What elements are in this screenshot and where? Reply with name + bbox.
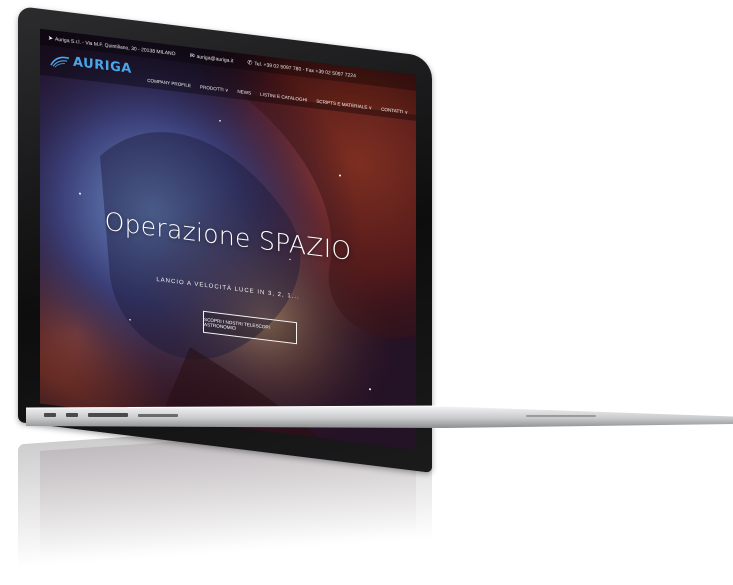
menu-item-prodotti[interactable]: PRODOTTI ∨ <box>200 84 228 93</box>
menu-item-news[interactable]: NEWS <box>237 89 251 97</box>
phone-icon: ✆ <box>247 59 253 67</box>
auriga-logo[interactable]: AURIGA <box>50 52 132 77</box>
laptop-lid: ➤ Auriga S.r.l. - Via M.F. Quintiliano, 3… <box>18 6 432 473</box>
mail-icon: ✉ <box>189 52 195 60</box>
location-icon: ➤ <box>48 35 54 42</box>
product-photo: ➤ Auriga S.r.l. - Via M.F. Quintiliano, 3… <box>0 0 733 585</box>
logo-swoosh-icon <box>50 56 70 67</box>
laptop-screen: ➤ Auriga S.r.l. - Via M.F. Quintiliano, 3… <box>40 28 416 450</box>
email-text[interactable]: auriga@auriga.it <box>197 53 234 64</box>
email-item[interactable]: ✉ auriga@auriga.it <box>190 52 234 64</box>
menu-item-listini[interactable]: LISTINI E CATALOGHI <box>260 92 307 104</box>
logo-text: AURIGA <box>73 54 132 77</box>
menu-item-scripts[interactable]: SCRIPTS E MATERIALE ∨ <box>316 99 372 112</box>
menu-item-company-profile[interactable]: COMPANY PROFILE <box>147 78 191 89</box>
menu-item-contatti[interactable]: CONTATTI ∨ <box>381 107 408 116</box>
laptop-base <box>26 404 733 430</box>
